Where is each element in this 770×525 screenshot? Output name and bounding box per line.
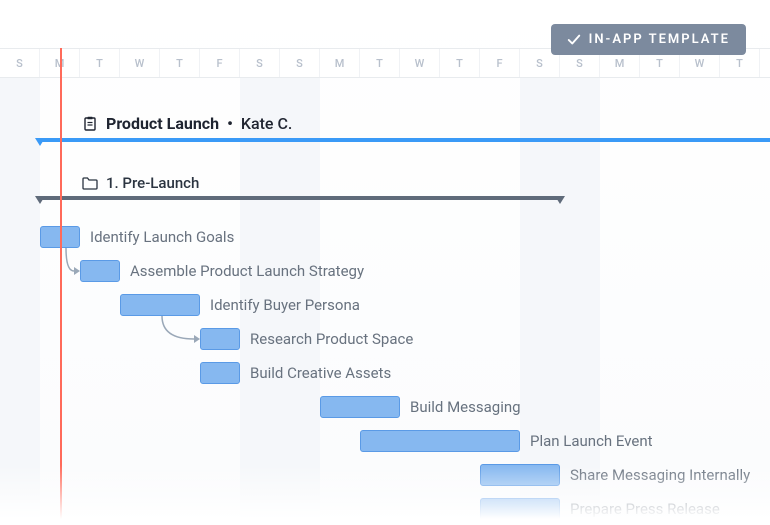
day-header-cell: W — [120, 49, 160, 77]
task-label: Prepare Press Release — [570, 500, 720, 518]
task-bar[interactable]: Identify Buyer Persona — [120, 294, 360, 316]
gantt-canvas: IN-APP TEMPLATE SMTWTFSSMTWTFSSMTWTF Pro… — [0, 0, 770, 525]
gantt-grid[interactable]: Product Launch • Kate C. 1. Pre-Launch I… — [0, 78, 770, 525]
project-owner: Kate C. — [241, 114, 293, 133]
task-bar-fill[interactable] — [480, 464, 560, 486]
phase-title: 1. Pre-Launch — [106, 174, 199, 192]
task-label: Assemble Product Launch Strategy — [130, 262, 364, 280]
task-bar[interactable]: Identify Launch Goals — [40, 226, 234, 248]
task-bar-fill[interactable] — [360, 430, 520, 452]
day-header-cell: S — [0, 49, 40, 77]
day-header-cell: F — [760, 49, 770, 77]
task-bar[interactable]: Assemble Product Launch Strategy — [80, 260, 364, 282]
task-bar-fill[interactable] — [120, 294, 200, 316]
weekend-band — [0, 78, 40, 525]
project-summary-bar[interactable] — [40, 138, 770, 148]
day-header-cell: T — [80, 49, 120, 77]
day-header-cell: F — [200, 49, 240, 77]
task-label: Build Creative Assets — [250, 364, 391, 382]
task-bar-fill[interactable] — [320, 396, 400, 418]
day-header-cell: M — [320, 49, 360, 77]
check-icon — [567, 33, 581, 47]
phase-header[interactable]: 1. Pre-Launch — [0, 174, 770, 192]
task-bar[interactable]: Build Messaging — [320, 396, 521, 418]
task-bar[interactable]: Plan Launch Event — [360, 430, 653, 452]
task-bar[interactable]: Prepare Press Release — [480, 498, 720, 520]
task-bar-fill[interactable] — [80, 260, 120, 282]
task-bar[interactable]: Research Product Space — [200, 328, 413, 350]
task-bar[interactable]: Build Creative Assets — [200, 362, 391, 384]
task-label: Identify Launch Goals — [90, 228, 234, 246]
task-label: Build Messaging — [410, 398, 521, 416]
task-bar-fill[interactable] — [480, 498, 560, 520]
day-header-cell: F — [480, 49, 520, 77]
task-label: Research Product Space — [250, 330, 413, 348]
separator: • — [227, 114, 233, 133]
folder-icon — [82, 176, 98, 190]
task-bar-fill[interactable] — [200, 328, 240, 350]
task-label: Identify Buyer Persona — [210, 296, 360, 314]
phase-summary-bar[interactable] — [40, 196, 560, 206]
task-bar-fill[interactable] — [200, 362, 240, 384]
project-title: Product Launch — [106, 114, 219, 133]
day-header-cell: W — [400, 49, 440, 77]
task-bar[interactable]: Share Messaging Internally — [480, 464, 750, 486]
task-label: Plan Launch Event — [530, 432, 653, 450]
badge-label: IN-APP TEMPLATE — [589, 32, 730, 47]
project-header[interactable]: Product Launch • Kate C. — [0, 114, 770, 133]
day-header-cell: T — [360, 49, 400, 77]
today-marker — [60, 48, 62, 525]
day-header-cell: S — [240, 49, 280, 77]
in-app-template-badge: IN-APP TEMPLATE — [551, 24, 746, 55]
day-header-cell: S — [280, 49, 320, 77]
day-header-cell: T — [440, 49, 480, 77]
clipboard-icon — [82, 116, 98, 132]
day-header-cell: T — [160, 49, 200, 77]
task-label: Share Messaging Internally — [570, 466, 750, 484]
